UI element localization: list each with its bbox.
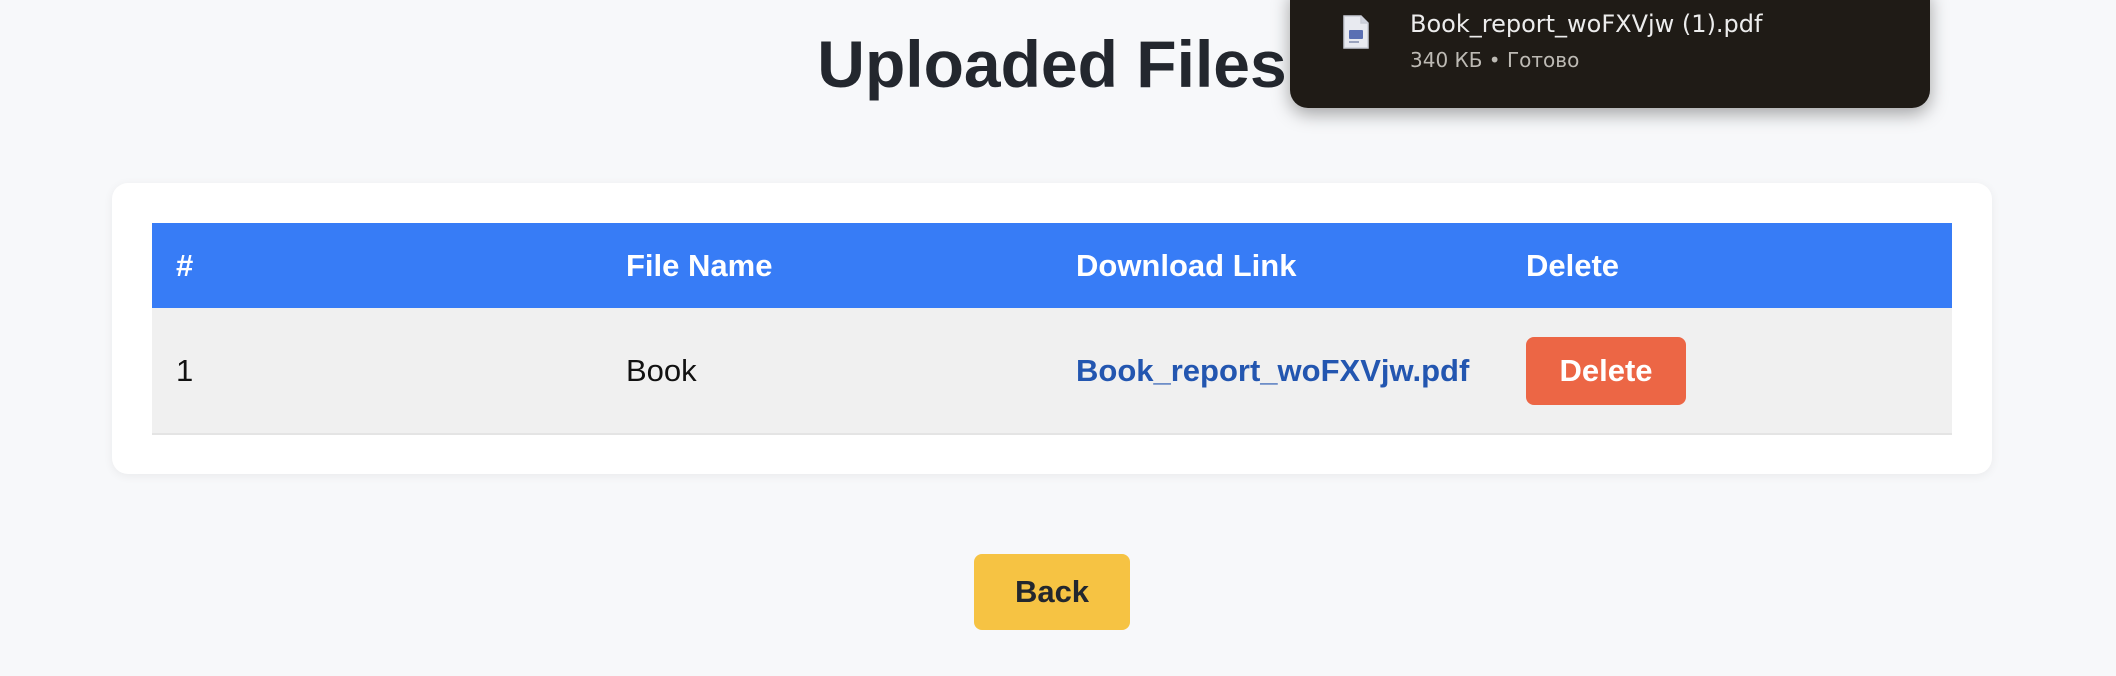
back-button[interactable]: Back (974, 554, 1130, 630)
column-header-download-link: Download Link (1076, 247, 1297, 283)
column-header-file-name: File Name (626, 247, 773, 283)
row-file-name: Book (626, 352, 697, 388)
pdf-file-icon (1342, 14, 1370, 50)
column-header-delete: Delete (1526, 247, 1620, 283)
files-card: # File Name Download Link Delete 1 Book … (112, 183, 1992, 474)
row-download-cell: Book_report_woFXVjw.pdf (1052, 308, 1502, 434)
row-index: 1 (176, 352, 194, 388)
column-header-index: # (176, 247, 194, 283)
download-popup[interactable]: Book_report_woFXVjw (1).pdf 340 КБ • Гот… (1290, 0, 1930, 108)
download-link[interactable]: Book_report_woFXVjw.pdf (1076, 353, 1476, 389)
table-row: 1 Book Book_report_woFXVjw.pdf Delete (152, 308, 1952, 434)
delete-button[interactable]: Delete (1526, 336, 1686, 405)
download-file-name[interactable]: Book_report_woFXVjw (1).pdf (1410, 10, 1762, 38)
row-delete-cell: Delete (1502, 308, 1952, 434)
download-status: 340 КБ • Готово (1410, 48, 1580, 72)
files-table: # File Name Download Link Delete 1 Book … (152, 223, 1952, 435)
table-header-row: # File Name Download Link Delete (152, 223, 1952, 308)
